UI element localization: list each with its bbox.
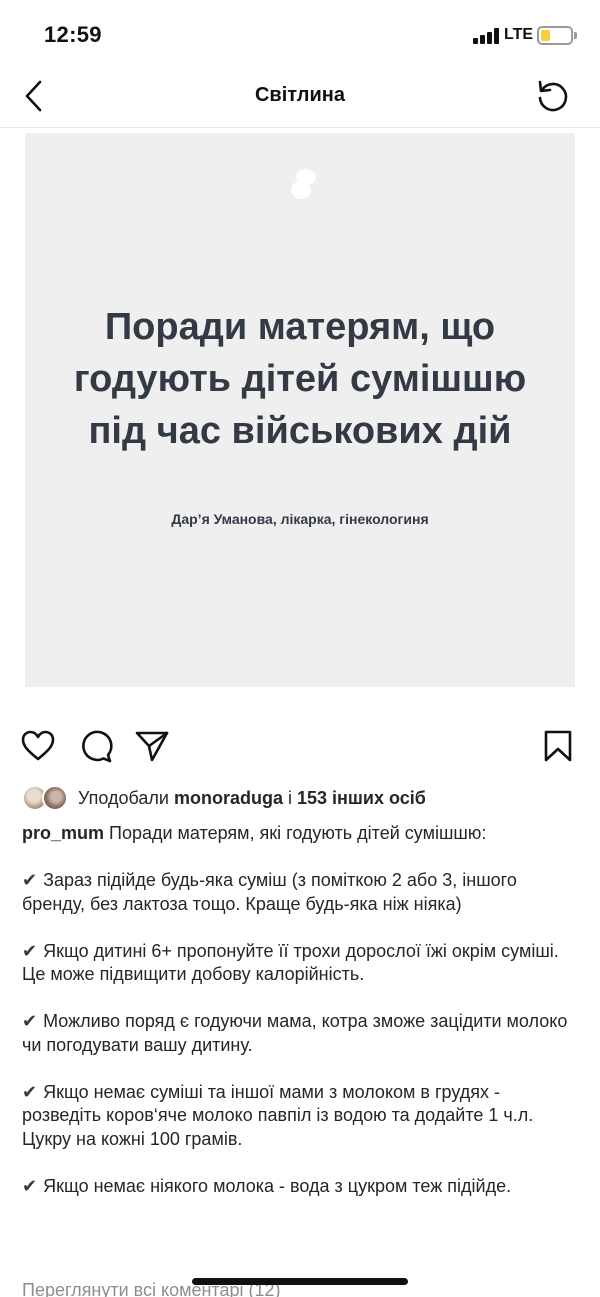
checkmark-icon: ✔ [22,940,38,961]
brand-logo-icon [289,167,319,201]
post-headline: Поради матерям, що годують дітей сумішшю… [25,301,575,457]
comment-icon[interactable] [78,728,114,764]
heart-icon[interactable] [20,728,56,764]
likes-text: Уподобали monoraduga і 153 інших осіб [78,788,426,809]
caption-tip-text: Якщо немає ніякого молока - вода з цукро… [43,1175,512,1196]
caption-intro: pro_mum Поради матерям, які годують діте… [22,822,582,846]
headline-line: годують дітей сумішшю [73,358,527,400]
signal-icon [473,28,501,44]
liker-avatars [22,785,72,811]
home-indicator[interactable] [192,1278,408,1285]
liker-username[interactable]: monoraduga [174,788,283,808]
status-time: 12:59 [44,22,102,47]
action-bar [0,728,600,768]
bookmark-icon[interactable] [540,728,576,764]
post-caption: pro_mum Поради матерям, які годують діте… [22,822,582,1198]
likes-count[interactable]: 153 інших осіб [297,788,426,808]
caption-tip: ✔ Можливо поряд є годуючи мама, котра змо… [22,1010,582,1057]
checkmark-icon: ✔ [22,870,38,890]
battery-icon [537,26,573,45]
battery-level [541,30,550,41]
nav-header: Світлина [0,70,600,128]
battery-tip [574,32,577,39]
likes-prefix: Уподобали [78,787,174,808]
checkmark-icon: ✔ [22,1175,38,1196]
refresh-icon[interactable] [534,78,572,114]
headline-line: Поради матерям, що [104,306,496,348]
caption-tip-text: Якщо дитині 6+ пропонуйте її трохи дорос… [22,940,559,985]
caption-tip: ✔ Якщо немає ніякого молока - вода з цукр… [22,1175,582,1199]
send-icon[interactable] [134,728,170,764]
post-image[interactable]: Поради матерям, що годують дітей сумішшю… [25,133,575,687]
caption-username[interactable]: pro_mum [22,823,104,843]
status-bar: 12:59 LTE [0,0,600,70]
caption-tip-text: Якщо немає суміші та іншої мами з молоко… [22,1081,534,1149]
checkmark-icon: ✔ [22,1081,38,1102]
page-title: Світлина [254,84,346,106]
network-type: LTE [504,26,534,43]
caption-tip: ✔ Якщо дитині 6+ пропонуйте її трохи доро… [22,940,582,987]
post-author: Дар’я Уманова, лікарка, гінекологиня [171,511,429,527]
caption-tip-text: Можливо поряд є годуючи мама, котра змож… [22,1011,568,1055]
headline-line: під час військових дій [88,410,512,452]
likes-middle: і [282,787,297,808]
avatar [42,785,68,811]
caption-tip: ✔ Зараз підійде будь-яка суміш (з помітко… [22,869,582,916]
caption-tip: ✔ Якщо немає суміші та іншої мами з молок… [22,1081,582,1152]
caption-intro-text: Поради матерям, які годують дітей сумішш… [104,823,487,843]
caption-tip-text: Зараз підійде будь-яка суміш (з поміткою… [22,870,517,914]
checkmark-icon: ✔ [22,1011,38,1031]
likes-row[interactable]: Уподобали monoraduga і 153 інших осіб [22,784,426,812]
